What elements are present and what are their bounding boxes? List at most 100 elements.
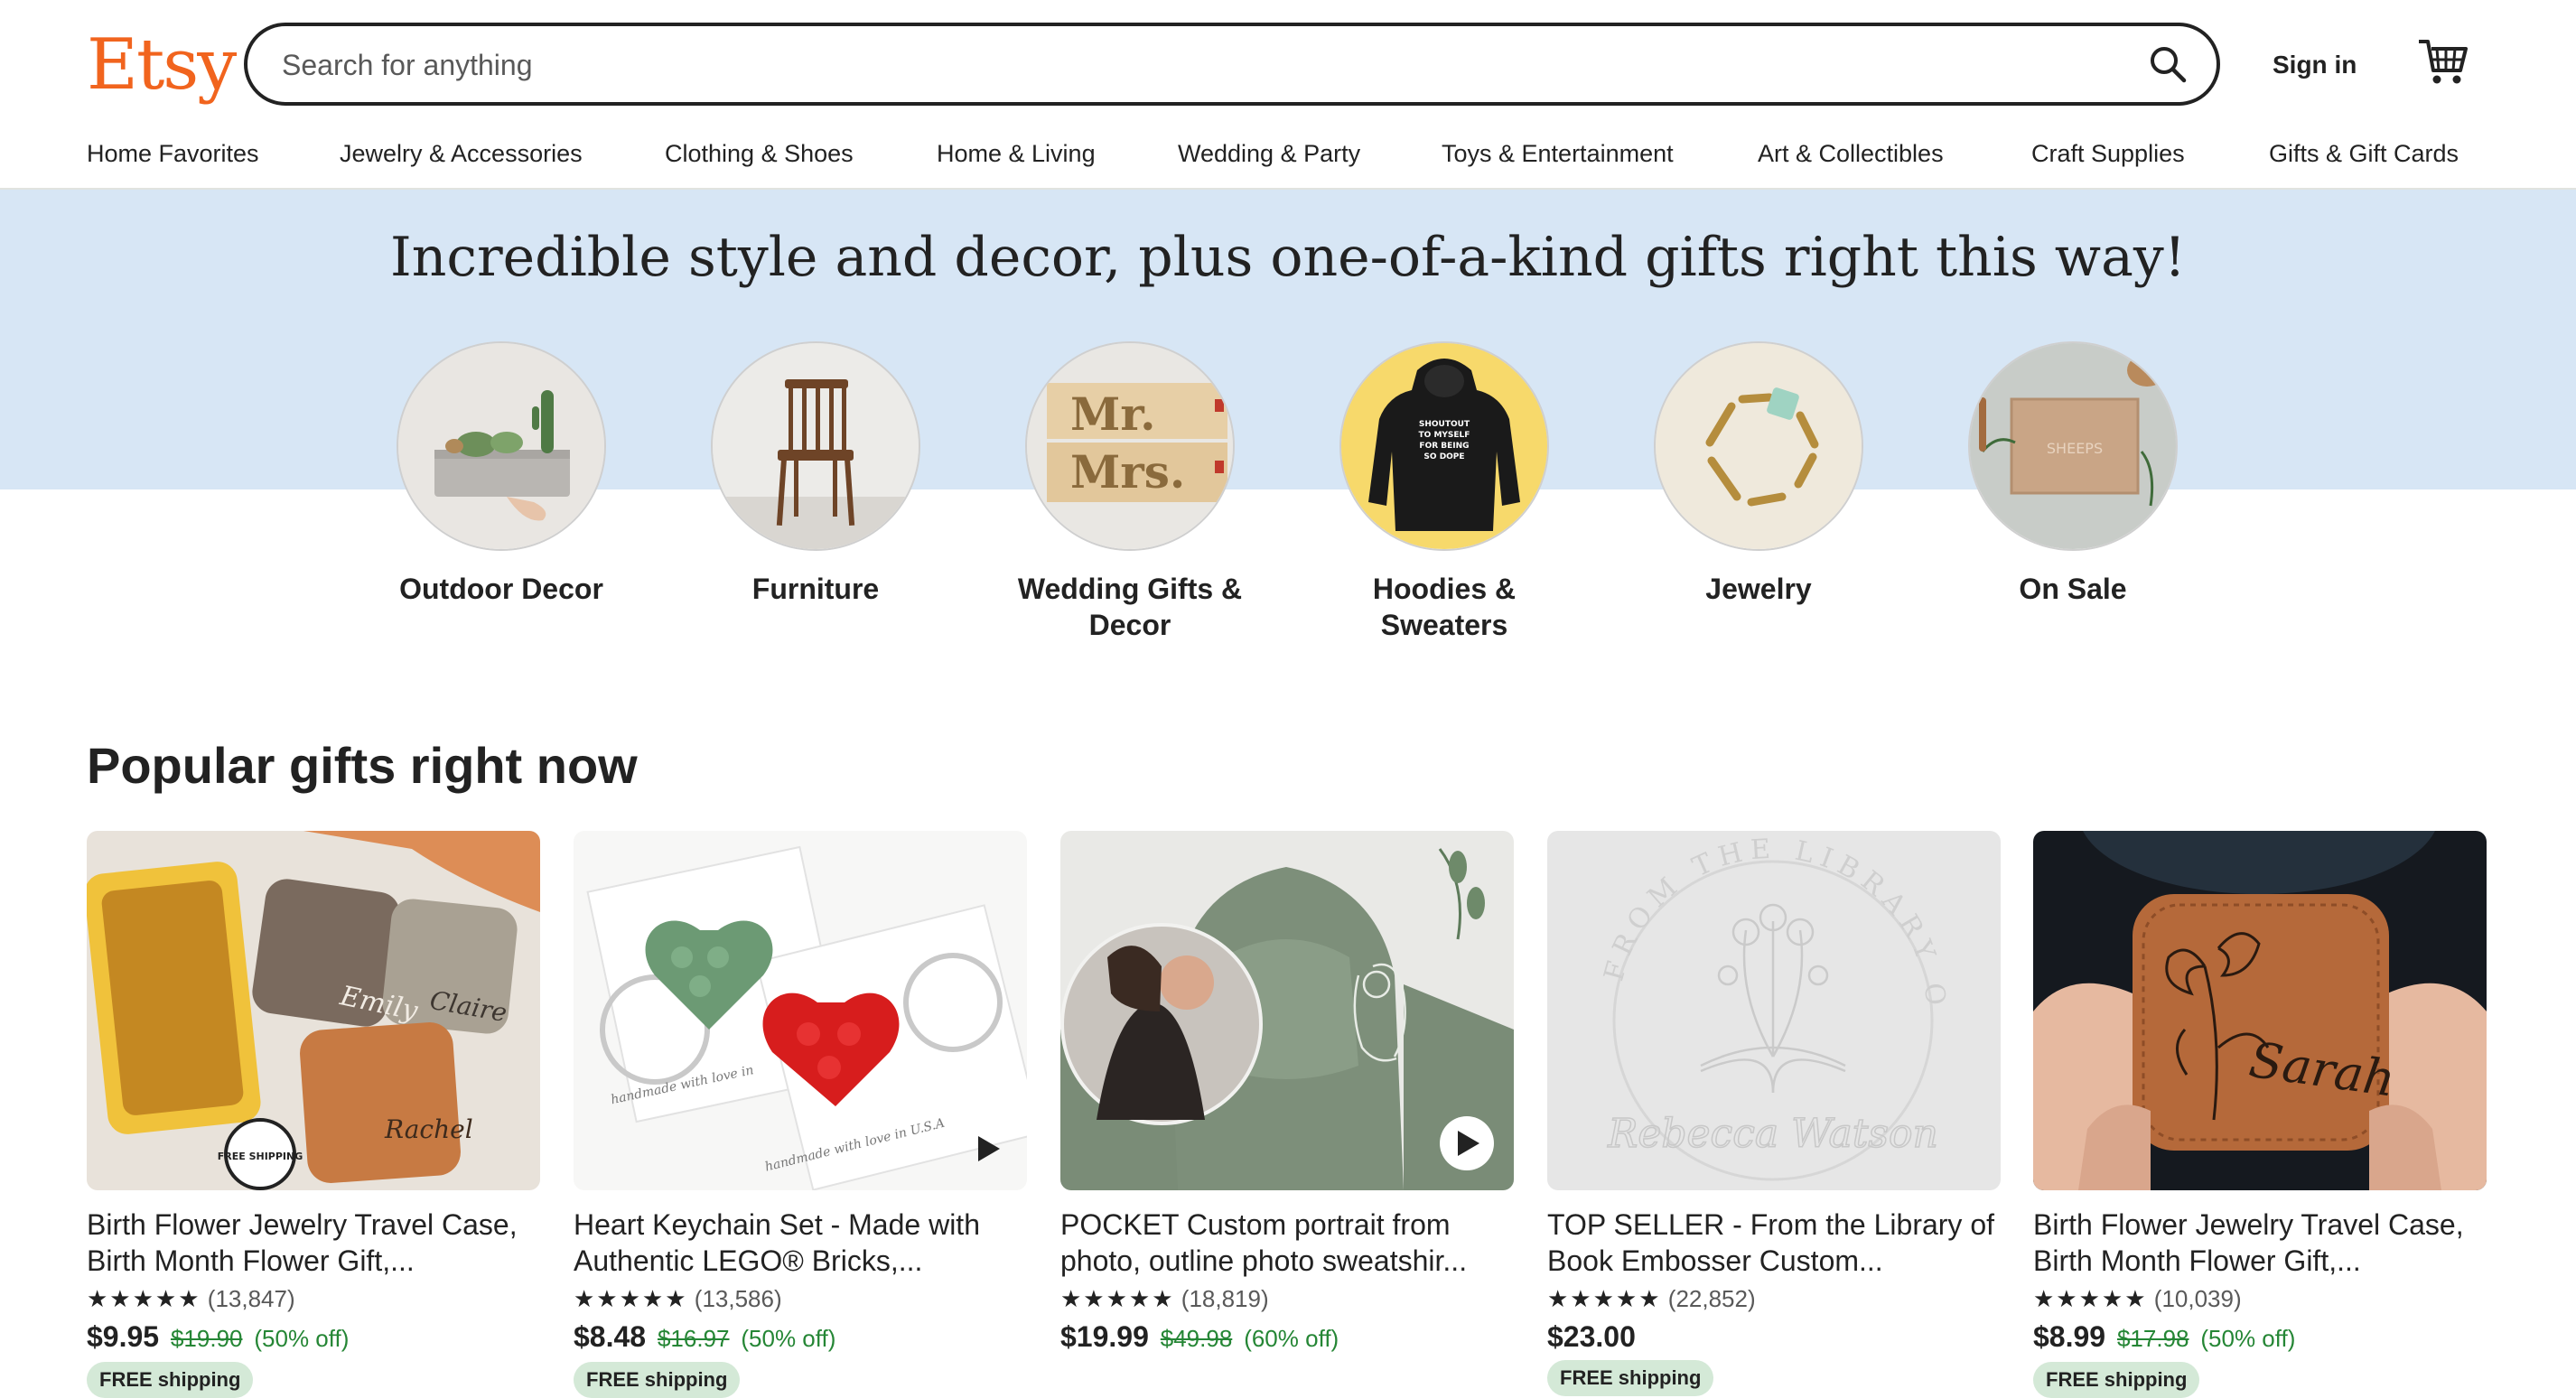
embosser-name-text: Rebecca Watson [1607, 1111, 1938, 1157]
discount: (50% off) [2200, 1325, 2296, 1352]
jewelry-image [1654, 341, 1863, 551]
nav-home-living[interactable]: Home & Living [937, 134, 1096, 173]
nav-wedding-party[interactable]: Wedding & Party [1178, 134, 1360, 173]
product-rating: ★★★★★ (13,847) [87, 1282, 540, 1315]
search-bar [244, 23, 2220, 106]
star-rating-icon: ★★★★★ [87, 1285, 201, 1312]
free-shipping-badge: FREE shipping [1547, 1360, 1714, 1396]
cart-icon [2419, 40, 2468, 84]
discount: (50% off) [741, 1325, 836, 1352]
price-row: $23.00 [1547, 1317, 2001, 1356]
price-row: $9.95 $19.90 (50% off) [87, 1317, 540, 1358]
product-title[interactable]: POCKET Custom portrait from photo, outli… [1060, 1207, 1514, 1279]
free-shipping-badge: FREE shipping [574, 1362, 741, 1398]
category-outdoor-decor[interactable]: Outdoor Decor [397, 341, 606, 607]
product-image[interactable]: Emily Claire Rachel FREE SHIPPING [87, 831, 540, 1190]
category-label: Wedding Gifts & Decor [1017, 573, 1243, 641]
section-title: Popular gifts right now [87, 737, 638, 794]
product-rating: ★★★★★ (22,852) [1547, 1282, 2001, 1315]
sign-in-link[interactable]: Sign in [2273, 43, 2357, 87]
review-count: (13,586) [694, 1285, 782, 1312]
free-shipping-badge: FREE shipping [2033, 1362, 2200, 1398]
mrs-sign-text: Mrs. [1070, 445, 1185, 499]
nav-home-favorites[interactable]: Home Favorites [87, 134, 259, 173]
category-label: Furniture [751, 573, 880, 605]
product-image[interactable] [1060, 831, 1514, 1190]
review-count: (13,847) [207, 1285, 295, 1312]
product-rating: ★★★★★ (10,039) [2033, 1282, 2487, 1315]
product-image[interactable]: FROM THE LIBRARY OF Rebecca Watson [1547, 831, 2001, 1190]
engraving-text: Rachel [384, 1114, 473, 1144]
product-image[interactable]: handmade with love in handmade with love… [574, 831, 1027, 1190]
mr-sign-text: Mr. [1070, 387, 1156, 441]
category-label: Outdoor Decor [399, 573, 603, 605]
hoodies-image: SHOUTOUT TO MYSELF FOR BEING SO DOPE [1339, 341, 1549, 551]
sale-price: $9.95 [87, 1320, 160, 1353]
star-rating-icon: ★★★★★ [574, 1285, 688, 1312]
review-count: (10,039) [2153, 1285, 2242, 1312]
original-price: $17.98 [2116, 1325, 2189, 1352]
original-price: $19.90 [170, 1325, 243, 1352]
nav-clothing-shoes[interactable]: Clothing & Shoes [665, 134, 854, 173]
search-input[interactable] [280, 26, 2090, 104]
price-row: $19.99 $49.98 (60% off) [1060, 1317, 1514, 1358]
original-price: $16.97 [657, 1325, 730, 1352]
star-rating-icon: ★★★★★ [1547, 1285, 1662, 1312]
product-rating: ★★★★★ (18,819) [1060, 1282, 1514, 1315]
wedding-gifts-image: Mr. Mrs. [1025, 341, 1235, 551]
star-rating-icon: ★★★★★ [1060, 1285, 1175, 1312]
search-icon [2151, 47, 2187, 83]
svg-text:SO DOPE: SO DOPE [1423, 452, 1464, 461]
sale-price: $8.48 [574, 1320, 647, 1353]
product-card[interactable]: Sarah Birth Flower Jewelry Travel Case, … [2033, 831, 2487, 1398]
product-title[interactable]: Birth Flower Jewelry Travel Case, Birth … [87, 1207, 540, 1279]
hoodie-print-text: SHOUTOUT [1419, 420, 1470, 429]
etsy-logo[interactable]: Etsy [87, 20, 237, 110]
product-card[interactable]: FROM THE LIBRARY OF Rebecca Watson TOP S… [1547, 831, 2001, 1396]
price-row: $8.48 $16.97 (50% off) [574, 1317, 1027, 1358]
product-title[interactable]: Heart Keychain Set - Made with Authentic… [574, 1207, 1027, 1279]
product-card[interactable]: POCKET Custom portrait from photo, outli… [1060, 831, 1514, 1358]
review-count: (18,819) [1181, 1285, 1269, 1312]
on-sale-image: SHEEPS [1968, 341, 2178, 551]
cart-button[interactable] [2417, 34, 2468, 89]
star-rating-icon: ★★★★★ [2033, 1285, 2148, 1312]
category-hoodies-sweaters[interactable]: SHOUTOUT TO MYSELF FOR BEING SO DOPE Hoo… [1339, 341, 1549, 643]
svg-text:TO MYSELF: TO MYSELF [1419, 431, 1470, 440]
sale-board-text: SHEEPS [2047, 440, 2103, 457]
sale-price: $19.99 [1060, 1320, 1149, 1353]
svg-text:FOR BEING: FOR BEING [1419, 442, 1469, 451]
category-wedding-gifts-decor[interactable]: Mr. Mrs. Wedding Gifts & Decor [1018, 341, 1242, 643]
free-shipping-badge: FREE shipping [87, 1362, 254, 1398]
search-button[interactable] [2142, 39, 2193, 89]
free-shipping-stamp: FREE SHIPPING [218, 1151, 303, 1162]
hero-title: Incredible style and decor, plus one-of-… [390, 226, 2186, 289]
nav-art-collectibles[interactable]: Art & Collectibles [1758, 134, 1944, 173]
nav-jewelry-accessories[interactable]: Jewelry & Accessories [340, 134, 583, 173]
product-title[interactable]: Birth Flower Jewelry Travel Case, Birth … [2033, 1207, 2487, 1279]
product-image[interactable]: Sarah [2033, 831, 2487, 1190]
category-furniture[interactable]: Furniture [711, 341, 920, 607]
review-count: (22,852) [1667, 1285, 1756, 1312]
category-label: Jewelry [1705, 573, 1812, 605]
discount: (50% off) [254, 1325, 350, 1352]
category-jewelry[interactable]: Jewelry [1654, 341, 1863, 607]
outdoor-decor-image [397, 341, 606, 551]
category-on-sale[interactable]: SHEEPS On Sale [1968, 341, 2178, 607]
nav-gifts-gift-cards[interactable]: Gifts & Gift Cards [2269, 134, 2459, 173]
product-card[interactable]: handmade with love in handmade with love… [574, 831, 1027, 1398]
discount: (60% off) [1244, 1325, 1339, 1352]
category-label: On Sale [2019, 573, 2127, 605]
sale-price: $8.99 [2033, 1320, 2106, 1353]
site-header: Etsy Sign in Home Favorites Jewelry & Ac… [0, 0, 2576, 190]
product-rating: ★★★★★ (13,586) [574, 1282, 1027, 1315]
furniture-image [711, 341, 920, 551]
category-label: Hoodies & Sweaters [1372, 573, 1517, 641]
nav-toys-entertainment[interactable]: Toys & Entertainment [1442, 134, 1674, 173]
nav-craft-supplies[interactable]: Craft Supplies [2031, 134, 2185, 173]
product-title[interactable]: TOP SELLER - From the Library of Book Em… [1547, 1207, 2001, 1279]
sale-price: $23.00 [1547, 1320, 1636, 1353]
original-price: $49.98 [1160, 1325, 1233, 1352]
product-card[interactable]: Emily Claire Rachel FREE SHIPPING Birth … [87, 831, 540, 1398]
price-row: $8.99 $17.98 (50% off) [2033, 1317, 2487, 1358]
